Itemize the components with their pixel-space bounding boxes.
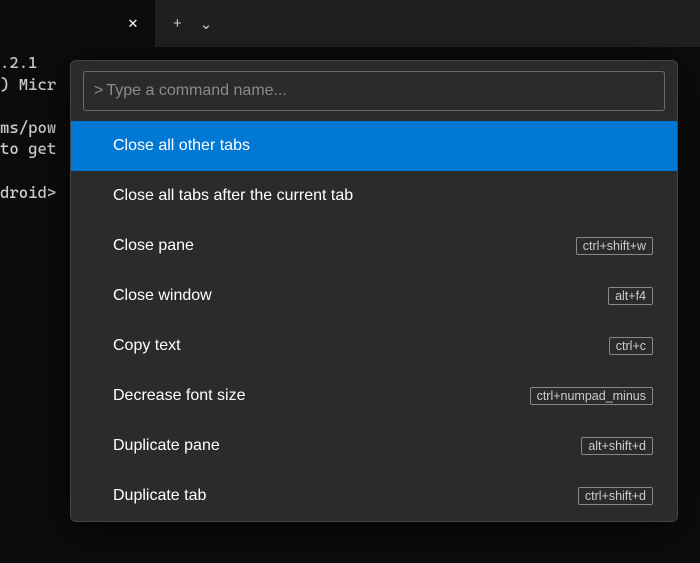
shortcut-badge: alt+shift+d	[581, 437, 653, 455]
command-list: Close all other tabs Close all tabs after…	[71, 121, 677, 521]
command-item[interactable]: Copy text ctrl+c	[71, 321, 677, 371]
command-label: Duplicate tab	[113, 487, 206, 505]
shortcut-badge: ctrl+shift+d	[578, 487, 653, 505]
titlebar: ✕ + ⌄	[0, 0, 700, 48]
shortcut-badge: ctrl+c	[609, 337, 653, 355]
command-label: Duplicate pane	[113, 437, 220, 455]
search-prefix: >	[94, 82, 103, 100]
command-item[interactable]: Decrease font size ctrl+numpad_minus	[71, 371, 677, 421]
close-tab-icon[interactable]: ✕	[123, 14, 143, 34]
command-item[interactable]: Duplicate pane alt+shift+d	[71, 421, 677, 471]
command-search-input[interactable]: > Type a command name...	[83, 71, 665, 111]
new-tab-icon[interactable]: +	[173, 15, 182, 32]
command-item[interactable]: Duplicate tab ctrl+shift+d	[71, 471, 677, 521]
command-label: Copy text	[113, 337, 181, 355]
shortcut-badge: ctrl+numpad_minus	[530, 387, 653, 405]
command-label: Close all tabs after the current tab	[113, 187, 353, 205]
shortcut-badge: alt+f4	[608, 287, 653, 305]
active-tab[interactable]: ✕	[0, 0, 155, 48]
tab-controls: + ⌄	[155, 15, 212, 33]
command-label: Close all other tabs	[113, 137, 250, 155]
command-label: Close pane	[113, 237, 194, 255]
shortcut-badge: ctrl+shift+w	[576, 237, 653, 255]
search-placeholder: Type a command name...	[106, 82, 287, 100]
command-item[interactable]: Close pane ctrl+shift+w	[71, 221, 677, 271]
search-wrapper: > Type a command name...	[71, 61, 677, 121]
command-label: Decrease font size	[113, 387, 246, 405]
command-label: Close window	[113, 287, 212, 305]
command-palette: > Type a command name... Close all other…	[70, 60, 678, 522]
command-item[interactable]: Close all tabs after the current tab	[71, 171, 677, 221]
tab-dropdown-icon[interactable]: ⌄	[200, 15, 213, 33]
command-item[interactable]: Close all other tabs	[71, 121, 677, 171]
command-item[interactable]: Close window alt+f4	[71, 271, 677, 321]
